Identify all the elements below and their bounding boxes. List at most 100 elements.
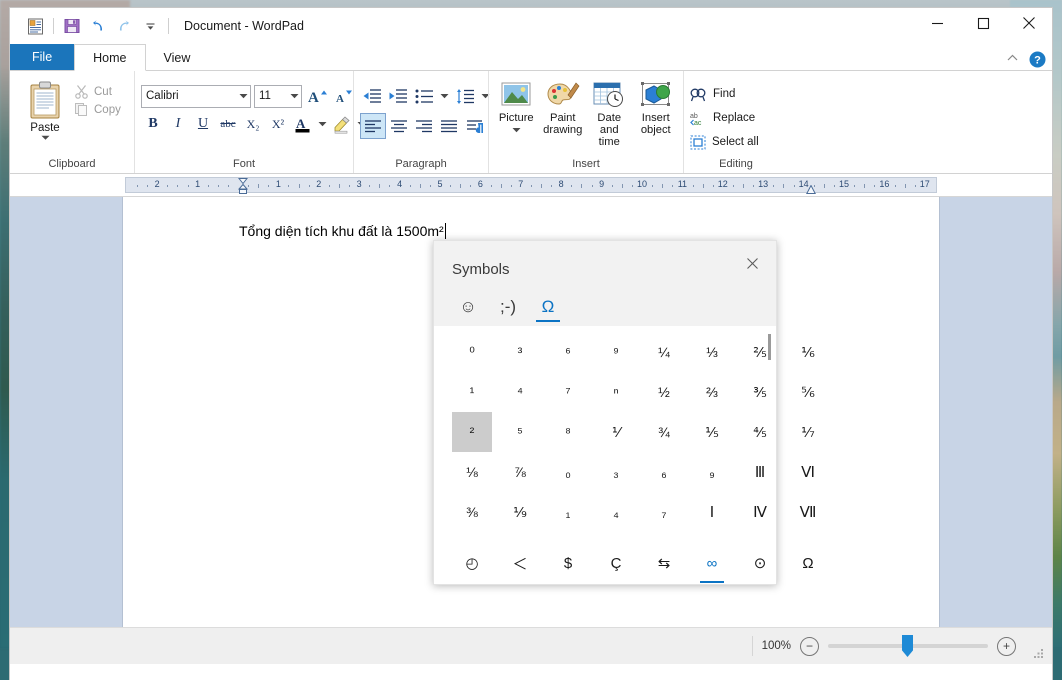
- align-left-button[interactable]: [360, 113, 386, 139]
- symbol-cell[interactable]: ₆: [644, 452, 684, 492]
- italic-button[interactable]: I: [166, 112, 190, 136]
- symbol-cell[interactable]: ₉: [692, 452, 732, 492]
- undo-icon[interactable]: [85, 13, 111, 39]
- symbol-cell[interactable]: ²: [452, 412, 492, 452]
- symbol-cell[interactable]: Ⅵ: [788, 452, 828, 492]
- insert-picture-button[interactable]: Picture: [495, 81, 538, 136]
- symbols-category-math[interactable]: ∞: [692, 543, 732, 583]
- collapse-ribbon-icon[interactable]: [1006, 50, 1019, 68]
- symbol-cell[interactable]: ¼: [644, 332, 684, 372]
- insert-picture-dropdown-icon[interactable]: [512, 124, 521, 136]
- symbol-cell[interactable]: ⁷: [548, 372, 588, 412]
- symbol-cell[interactable]: ⅔: [692, 372, 732, 412]
- text-highlight-button[interactable]: [330, 112, 354, 136]
- symbol-cell[interactable]: Ⅳ: [740, 492, 780, 532]
- maximize-button[interactable]: [960, 8, 1006, 38]
- paste-button[interactable]: Paste: [16, 78, 74, 141]
- symbol-cell[interactable]: ₁: [548, 492, 588, 532]
- symbols-category-geometric[interactable]: ⇆: [644, 543, 684, 583]
- close-button[interactable]: [1006, 8, 1052, 38]
- symbols-tab-emoji[interactable]: ☺: [448, 288, 488, 326]
- symbols-category-supplemental[interactable]: ⊙: [740, 543, 780, 583]
- increase-indent-button[interactable]: [386, 84, 410, 108]
- find-button[interactable]: Find: [690, 83, 735, 105]
- symbol-cell[interactable]: ⅗: [740, 372, 780, 412]
- symbol-cell[interactable]: ⅞: [500, 452, 540, 492]
- align-center-button[interactable]: [387, 114, 411, 138]
- tab-home[interactable]: Home: [74, 44, 145, 71]
- symbol-cell[interactable]: ⁰: [452, 332, 492, 372]
- font-size-combo[interactable]: 11: [254, 85, 302, 108]
- symbol-cell[interactable]: ½: [644, 372, 684, 412]
- symbol-cell[interactable]: ⅐: [788, 412, 828, 452]
- close-icon[interactable]: [738, 249, 766, 277]
- decrease-indent-button[interactable]: [360, 84, 384, 108]
- symbols-category-general-punctuation[interactable]: ＜: [500, 543, 540, 583]
- zoom-slider-thumb[interactable]: [902, 635, 913, 657]
- symbol-cell[interactable]: ⁵: [500, 412, 540, 452]
- symbols-category-language[interactable]: Ω: [788, 543, 828, 583]
- bullets-dropdown-icon[interactable]: [438, 84, 451, 108]
- symbol-cell[interactable]: ₇: [644, 492, 684, 532]
- date-and-time-button[interactable]: Date and time: [588, 81, 631, 148]
- align-right-button[interactable]: [412, 114, 436, 138]
- document-text-line[interactable]: Tổng diện tích khu đất là 1500m²: [123, 197, 446, 239]
- symbol-cell[interactable]: Ⅶ: [788, 492, 828, 532]
- bullets-button[interactable]: [412, 84, 436, 108]
- insert-object-button[interactable]: Insert object: [635, 81, 678, 136]
- minimize-button[interactable]: [914, 8, 960, 38]
- paint-drawing-button[interactable]: Paint drawing: [542, 81, 585, 136]
- text-color-dropdown-icon[interactable]: [316, 112, 329, 136]
- zoom-out-button[interactable]: −: [800, 637, 819, 656]
- symbols-category-bar[interactable]: ◴＜$Ç⇆∞⊙Ω: [434, 540, 776, 585]
- symbols-category-latin[interactable]: Ç: [596, 543, 636, 583]
- save-icon[interactable]: [59, 13, 85, 39]
- symbols-category-recent[interactable]: ◴: [452, 543, 492, 583]
- text-color-button[interactable]: A: [291, 112, 315, 136]
- ruler[interactable]: 211234567891011121314151617: [125, 177, 937, 193]
- justify-button[interactable]: [437, 114, 461, 138]
- symbol-cell[interactable]: ⁿ: [596, 372, 636, 412]
- symbol-cell[interactable]: ₄: [596, 492, 636, 532]
- symbol-cell[interactable]: ⅓: [692, 332, 732, 372]
- cut-button[interactable]: Cut: [74, 84, 121, 99]
- symbols-tab-symbols[interactable]: Ω: [528, 288, 568, 326]
- resize-grip-icon[interactable]: [1034, 649, 1044, 659]
- bold-button[interactable]: B: [141, 112, 165, 136]
- symbol-cell[interactable]: Ⅰ: [692, 492, 732, 532]
- symbol-cell[interactable]: ⁸: [548, 412, 588, 452]
- redo-icon[interactable]: [111, 13, 137, 39]
- tab-view[interactable]: View: [146, 45, 209, 70]
- replace-button[interactable]: ab ac Replace: [690, 107, 755, 129]
- symbol-cell[interactable]: ¾: [644, 412, 684, 452]
- symbol-cell[interactable]: ⅙: [788, 332, 828, 372]
- superscript-button[interactable]: X²: [266, 112, 290, 136]
- line-spacing-button[interactable]: [453, 84, 477, 108]
- symbol-cell[interactable]: ⅚: [788, 372, 828, 412]
- symbol-cell[interactable]: ⅟: [596, 412, 636, 452]
- symbol-cell[interactable]: ⁹: [596, 332, 636, 372]
- symbols-category-currency[interactable]: $: [548, 543, 588, 583]
- symbols-grid[interactable]: ⁰³⁶⁹¼⅓⅖⅙¹⁴⁷ⁿ½⅔⅗⅚²⁵⁸⅟¾⅕⅘⅐⅛⅞₀₃₆₉ⅢⅥ⅜⅑₁₄₇ⅠⅣⅦ: [434, 326, 776, 540]
- grow-font-button[interactable]: A: [305, 84, 329, 108]
- select-all-button[interactable]: Select all: [690, 131, 759, 153]
- font-family-combo[interactable]: Calibri: [141, 85, 251, 108]
- symbol-cell[interactable]: ⁴: [500, 372, 540, 412]
- symbol-cell[interactable]: ³: [500, 332, 540, 372]
- underline-button[interactable]: U: [191, 112, 215, 136]
- paragraph-settings-button[interactable]: [462, 114, 486, 138]
- tab-file[interactable]: File: [10, 44, 74, 70]
- symbol-cell[interactable]: ⅛: [452, 452, 492, 492]
- symbol-cell[interactable]: ₃: [596, 452, 636, 492]
- zoom-slider[interactable]: [828, 644, 988, 648]
- help-icon[interactable]: ?: [1029, 51, 1046, 68]
- subscript-button[interactable]: X₂: [241, 112, 265, 136]
- symbol-cell[interactable]: ⅜: [452, 492, 492, 532]
- wordpad-app-icon[interactable]: [22, 13, 48, 39]
- customize-qat-icon[interactable]: [137, 13, 163, 39]
- symbol-cell[interactable]: ⅘: [740, 412, 780, 452]
- symbols-grid-scrollbar[interactable]: [768, 334, 771, 360]
- symbols-tab-kaomoji[interactable]: ;-): [488, 288, 528, 326]
- symbol-cell[interactable]: ⅖: [740, 332, 780, 372]
- symbol-cell[interactable]: ¹: [452, 372, 492, 412]
